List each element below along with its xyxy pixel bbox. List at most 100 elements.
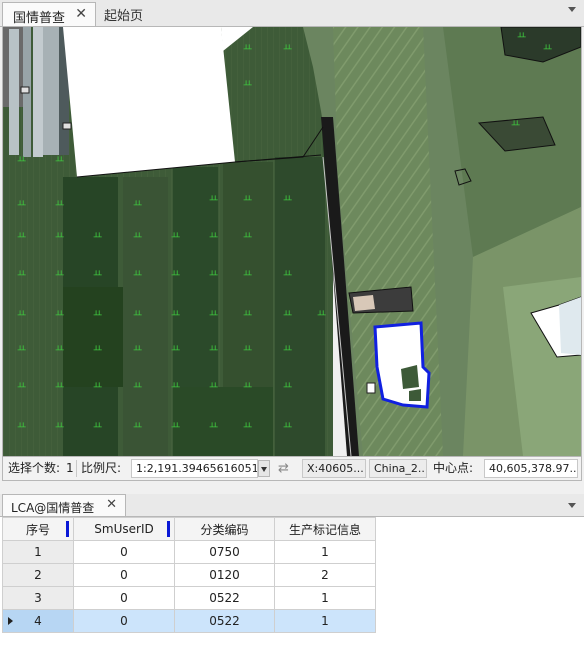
table-cell[interactable]: 0120	[174, 563, 275, 587]
tab-national-census[interactable]: 国情普查 ✕	[2, 2, 96, 26]
map-view[interactable]: ㅛㅛ ㅛㅛㅛ ㅛㅛㅛ ㅛㅛㅛ ㅛㅛㅛㅛ ㅛㅛㅛ ㅛㅛㅛㅛ ㅛㅛㅛㅛ ㅛㅛㅛㅛ ㅛ…	[2, 27, 582, 456]
svg-text:ㅛ: ㅛ	[283, 421, 292, 432]
table-cell[interactable]: 0	[73, 540, 175, 564]
row-index-cell: 1	[2, 540, 74, 564]
column-header-label: 序号	[25, 522, 50, 537]
center-label: 中心点:	[433, 461, 474, 475]
svg-text:ㅛ: ㅛ	[171, 269, 180, 280]
tab-label: 国情普查	[13, 11, 66, 26]
svg-text:ㅛ: ㅛ	[511, 119, 520, 130]
svg-text:ㅛ: ㅛ	[283, 309, 292, 320]
table-row[interactable]: 2 0 0120 2	[2, 563, 376, 587]
svg-text:ㅛ: ㅛ	[17, 309, 26, 320]
svg-text:ㅛ: ㅛ	[93, 309, 102, 320]
column-header-label: SmUserID	[94, 522, 154, 536]
svg-text:ㅛ: ㅛ	[243, 269, 252, 280]
svg-text:ㅛ: ㅛ	[93, 269, 102, 280]
svg-text:ㅛ: ㅛ	[17, 155, 26, 166]
tab-label: LCA@国情普查	[11, 501, 95, 515]
svg-text:ㅛ: ㅛ	[133, 269, 142, 280]
svg-text:ㅛ: ㅛ	[171, 344, 180, 355]
divider	[76, 460, 77, 477]
svg-text:ㅛ: ㅛ	[133, 309, 142, 320]
table-row[interactable]: 1 0 0750 1	[2, 540, 376, 564]
svg-text:ㅛ: ㅛ	[283, 381, 292, 392]
center-input[interactable]: 40,605,378.97...	[484, 459, 578, 478]
scale-input[interactable]: 1:2,191.39465616051	[131, 459, 258, 478]
svg-text:ㅛ: ㅛ	[55, 269, 64, 280]
svg-text:ㅛ: ㅛ	[55, 421, 64, 432]
svg-text:ㅛ: ㅛ	[55, 344, 64, 355]
svg-text:ㅛ: ㅛ	[93, 344, 102, 355]
menu-arrow-icon[interactable]	[568, 7, 576, 12]
menu-arrow-icon[interactable]	[568, 503, 576, 508]
row-pointer-icon	[8, 617, 13, 625]
close-icon[interactable]: ✕	[106, 497, 117, 512]
svg-text:ㅛ: ㅛ	[133, 421, 142, 432]
column-marker	[66, 521, 69, 537]
table-cell[interactable]: 0750	[174, 540, 275, 564]
attribute-table: 序号 SmUserID 分类编码 生产标记信息 1 0 0750 1 2 0 0…	[2, 517, 376, 633]
attribute-table-area: 序号 SmUserID 分类编码 生产标记信息 1 0 0750 1 2 0 0…	[0, 516, 584, 652]
table-cell[interactable]: 0	[73, 586, 175, 610]
scale-label: 比例尺:	[81, 461, 122, 475]
table-cell[interactable]: 0	[73, 609, 175, 633]
tab-start-page[interactable]: 起始页	[104, 5, 143, 24]
table-row-selected[interactable]: 4 0 0522 1	[2, 609, 376, 633]
svg-text:ㅛ: ㅛ	[133, 199, 142, 210]
panel-tabstrip: LCA@国情普查 ✕	[0, 494, 584, 517]
table-header-row: 序号 SmUserID 分类编码 生产标记信息	[2, 517, 376, 541]
select-count-value: 1	[66, 461, 74, 475]
svg-text:ㅛ: ㅛ	[133, 381, 142, 392]
swap-icon[interactable]: ⇄	[278, 457, 289, 480]
column-header-production-flag[interactable]: 生产标记信息	[274, 517, 376, 541]
x-coordinate: X:40605...	[302, 459, 366, 478]
svg-text:ㅛ: ㅛ	[209, 421, 218, 432]
svg-text:ㅛ: ㅛ	[243, 194, 252, 205]
svg-text:ㅛ: ㅛ	[17, 231, 26, 242]
svg-text:ㅛ: ㅛ	[243, 381, 252, 392]
svg-text:ㅛ: ㅛ	[133, 231, 142, 242]
svg-text:ㅛ: ㅛ	[55, 199, 64, 210]
column-header-smuserid[interactable]: SmUserID	[73, 517, 175, 541]
svg-text:ㅛ: ㅛ	[209, 231, 218, 242]
table-row[interactable]: 3 0 0522 1	[2, 586, 376, 610]
column-header-label: 分类编码	[200, 522, 249, 537]
table-cell[interactable]: 1	[274, 586, 376, 610]
svg-text:ㅛ: ㅛ	[171, 309, 180, 320]
row-index-label: 4	[34, 614, 42, 628]
svg-text:ㅛ: ㅛ	[93, 231, 102, 242]
table-cell[interactable]: 2	[274, 563, 376, 587]
table-cell[interactable]: 0522	[174, 609, 275, 633]
svg-text:ㅛ: ㅛ	[171, 381, 180, 392]
select-count-label: 选择个数:	[8, 461, 61, 475]
column-header-category-code[interactable]: 分类编码	[174, 517, 275, 541]
svg-text:ㅛ: ㅛ	[243, 309, 252, 320]
column-header-index[interactable]: 序号	[2, 517, 74, 541]
satellite-imagery: ㅛㅛ ㅛㅛㅛ ㅛㅛㅛ ㅛㅛㅛ ㅛㅛㅛㅛ ㅛㅛㅛ ㅛㅛㅛㅛ ㅛㅛㅛㅛ ㅛㅛㅛㅛ ㅛ…	[3, 27, 581, 456]
svg-text:ㅛ: ㅛ	[283, 194, 292, 205]
svg-text:ㅛ: ㅛ	[243, 231, 252, 242]
close-icon[interactable]: ✕	[75, 6, 87, 22]
svg-text:ㅛ: ㅛ	[283, 43, 292, 54]
tab-lca-census[interactable]: LCA@国情普查 ✕	[2, 494, 126, 516]
coordinate-system[interactable]: China_2...	[369, 459, 427, 478]
svg-text:ㅛ: ㅛ	[283, 269, 292, 280]
svg-text:ㅛ: ㅛ	[55, 309, 64, 320]
svg-text:ㅛ: ㅛ	[243, 421, 252, 432]
svg-text:ㅛ: ㅛ	[93, 381, 102, 392]
table-cell[interactable]: 1	[274, 609, 376, 633]
table-cell[interactable]: 1	[274, 540, 376, 564]
svg-text:ㅛ: ㅛ	[55, 231, 64, 242]
row-index-cell: 4	[2, 609, 74, 633]
svg-text:ㅛ: ㅛ	[517, 31, 526, 42]
svg-text:ㅛ: ㅛ	[17, 381, 26, 392]
svg-text:ㅛ: ㅛ	[543, 43, 552, 54]
table-cell[interactable]: 0522	[174, 586, 275, 610]
svg-text:ㅛ: ㅛ	[243, 344, 252, 355]
svg-text:ㅛ: ㅛ	[17, 344, 26, 355]
table-cell[interactable]: 0	[73, 563, 175, 587]
column-marker	[167, 521, 170, 537]
dropdown-arrow-icon[interactable]	[258, 460, 270, 477]
svg-text:ㅛ: ㅛ	[209, 309, 218, 320]
